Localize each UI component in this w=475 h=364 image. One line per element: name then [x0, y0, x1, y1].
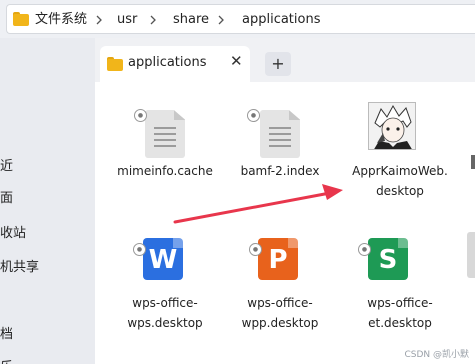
watermark: CSDN @凯小默 [404, 350, 469, 360]
annotation-arrow [173, 184, 343, 224]
